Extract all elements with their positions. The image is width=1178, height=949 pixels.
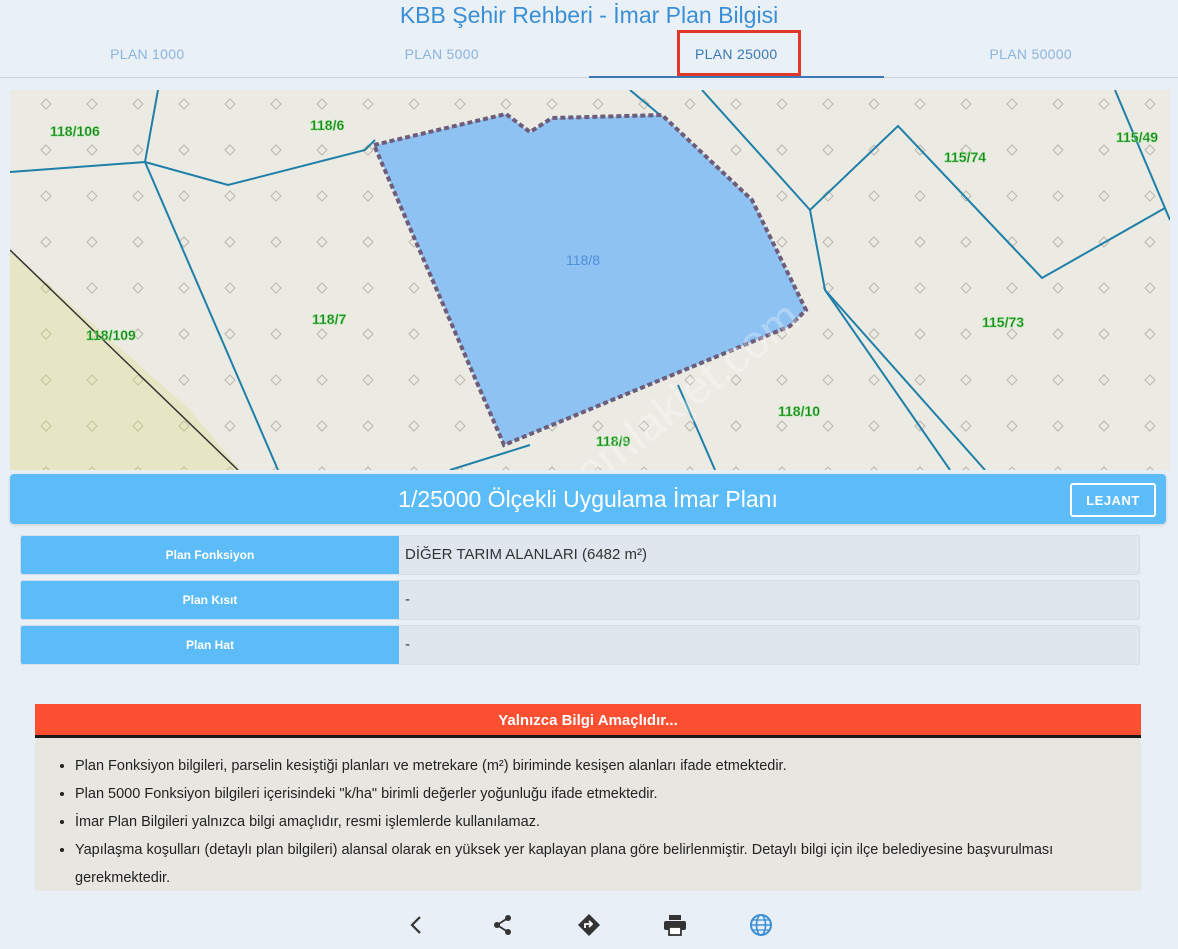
print-icon[interactable] [662,912,688,938]
list-item: Plan Fonksiyon bilgileri, parselin kesiş… [75,752,1121,780]
notice-title: Yalnızca Bilgi Amaçlıdır... [35,704,1141,738]
info-value: - [399,581,1139,619]
list-item: Plan 5000 Fonksiyon bilgileri içerisinde… [75,780,1121,808]
list-item: Yapılaşma koşulları (detaylı plan bilgil… [75,836,1121,891]
plan-title: 1/25000 Ölçekli Uygulama İmar Planı [398,486,778,512]
plan-tabs: PLAN 1000 PLAN 5000 PLAN 25000 PLAN 5000… [0,30,1178,78]
parcel-label: 115/74 [944,149,986,165]
tab-plan-50000[interactable]: PLAN 50000 [884,30,1178,77]
parcel-label-selected: 118/8 [566,252,600,268]
info-row-plan-restriction: Plan Kısıt - [20,580,1140,620]
parcel-label: 115/49 [1116,129,1158,145]
notice-body: Plan Fonksiyon bilgileri, parselin kesiş… [35,738,1141,891]
directions-icon[interactable] [576,912,602,938]
parcel-label: 115/73 [982,314,1024,330]
app-title: KBB Şehir Rehberi - İmar Plan Bilgisi [0,0,1178,30]
info-value: DİĞER TARIM ALANLARI (6482 m²) [399,536,1139,574]
bottom-toolbar [0,900,1178,949]
tab-plan-5000[interactable]: PLAN 5000 [295,30,590,77]
info-value: - [399,626,1139,664]
globe-icon[interactable] [748,912,774,938]
info-label: Plan Hat [21,626,399,664]
notice-list: Plan Fonksiyon bilgileri, parselin kesiş… [75,752,1121,891]
parcel-label: 118/109 [86,327,136,343]
info-label: Plan Fonksiyon [21,536,399,574]
back-icon[interactable] [404,912,430,938]
tab-plan-25000[interactable]: PLAN 25000 [589,30,884,78]
info-label: Plan Kısıt [21,581,399,619]
parcel-label: 118/10 [778,403,820,419]
plan-info-table: Plan Fonksiyon DİĞER TARIM ALANLARI (648… [20,535,1140,670]
legend-button[interactable]: LEJANT [1070,483,1156,517]
parcel-label: 118/106 [50,123,100,139]
parcel-label: 118/7 [312,311,346,327]
info-row-plan-line: Plan Hat - [20,625,1140,665]
info-row-plan-function: Plan Fonksiyon DİĞER TARIM ALANLARI (648… [20,535,1140,575]
share-icon[interactable] [490,912,516,938]
plan-header: 1/25000 Ölçekli Uygulama İmar Planı LEJA… [10,474,1166,524]
tab-highlight-box [677,30,801,76]
parcel-label: 118/6 [310,117,344,133]
tab-plan-1000[interactable]: PLAN 1000 [0,30,295,77]
info-notice: Yalnızca Bilgi Amaçlıdır... Plan Fonksiy… [35,704,1141,891]
parcel-map[interactable]: 118/106 118/6 118/8 118/7 118/109 118/9 … [10,90,1170,470]
list-item: İmar Plan Bilgileri yalnızca bilgi amaçl… [75,808,1121,836]
map-canvas: 118/106 118/6 118/8 118/7 118/109 118/9 … [10,90,1170,470]
